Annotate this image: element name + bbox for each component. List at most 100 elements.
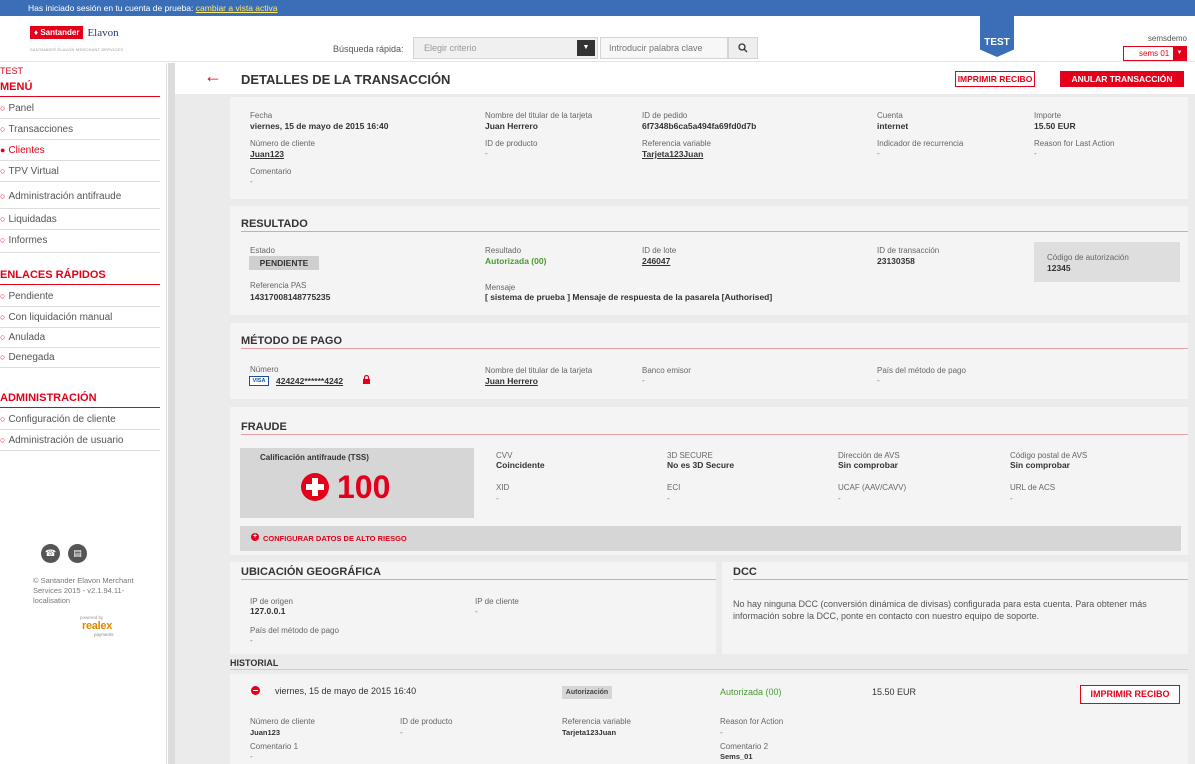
history-product-value: -	[400, 728, 403, 737]
collapse-icon[interactable]	[251, 686, 260, 695]
3dsecure-value: No es 3D Secure	[667, 460, 735, 470]
admin-item-user-admin[interactable]: ○ Administración de usuario	[0, 431, 160, 451]
product-id-label: ID de producto	[485, 139, 538, 148]
configure-high-risk-link[interactable]: CONFIGURAR DATOS DE ALTO RIESGO	[263, 534, 407, 543]
sidebar-item-settled[interactable]: ○ Liquidadas	[0, 210, 160, 230]
history-amount: 15.50 EUR	[872, 687, 917, 697]
chevron-down-icon[interactable]: ▼	[577, 40, 595, 56]
circle-bullet-icon: ○	[0, 352, 6, 362]
eci-label: ECI	[667, 483, 681, 492]
chat-icon[interactable]: ▤	[68, 544, 87, 563]
client-number-label: Número de cliente	[250, 139, 315, 148]
admin-title: ADMINISTRACIÓN	[0, 392, 160, 408]
plus-icon: +	[251, 533, 259, 541]
switch-live-link[interactable]: cambiar a vista activa	[196, 3, 278, 13]
back-arrow-icon[interactable]: ←	[204, 66, 222, 87]
account-select[interactable]: sems 01 ▼	[1123, 46, 1187, 61]
circle-bullet-icon: ○	[0, 235, 6, 245]
amount-value: 15.50 EUR	[1034, 121, 1076, 131]
quick-link-manual-settlement[interactable]: ○ Con liquidación manual	[0, 308, 160, 328]
pas-ref-label: Referencia PAS	[250, 281, 307, 290]
client-number-link[interactable]: Juan123	[250, 149, 284, 159]
issuer-bank-value: -	[642, 376, 645, 385]
pm-country-label: País del método de pago	[877, 366, 966, 375]
santander-logo: ♦ Santander	[30, 26, 84, 39]
criteria-select[interactable]: Elegir criterio ▼	[413, 37, 598, 59]
circle-bullet-icon: ○	[0, 214, 6, 224]
3dsecure-label: 3D SECURE	[667, 451, 713, 460]
geo-title: UBICACIÓN GEOGRÁFICA	[241, 566, 381, 578]
scrollbar[interactable]	[168, 63, 175, 764]
sidebar-item-virtual-terminal[interactable]: ○ TPV Virtual	[0, 162, 160, 182]
elavon-logo: Elavon	[87, 26, 119, 39]
trial-text: Has iniciado sesión en tu cuenta de prue…	[28, 3, 194, 13]
reason-label: Reason for Last Action	[1034, 139, 1115, 148]
pm-cardholder-label: Nombre del titular de la tarjeta	[485, 366, 593, 375]
history-date: viernes, 15 de mayo de 2015 16:40	[275, 686, 417, 696]
sidebar-item-fraud-admin[interactable]: ○ Administración antifraude	[0, 187, 160, 209]
auth-code-value: 12345	[1047, 263, 1071, 273]
account-label: Cuenta	[877, 111, 903, 120]
logo[interactable]: ♦ Santander Elavon	[30, 26, 119, 39]
auth-code-label: Código de autorización	[1047, 253, 1129, 262]
history-comment1-value: -	[250, 752, 253, 761]
quick-link-voided[interactable]: ○ Anulada	[0, 328, 160, 348]
ucaf-value: -	[838, 494, 841, 503]
reason-value: -	[1034, 149, 1037, 158]
history-product-label: ID de producto	[400, 717, 453, 726]
keyword-input[interactable]	[600, 37, 728, 59]
message-value: [ sistema de prueba ] Mensaje de respues…	[485, 292, 773, 302]
origin-ip-label: IP de origen	[250, 597, 293, 606]
history-reason-value: -	[720, 728, 723, 737]
avs-postal-label: Código postal de AVS	[1010, 451, 1088, 460]
recurrence-label: Indicador de recurrencia	[877, 139, 964, 148]
pas-ref-value: 14317008148775235	[250, 292, 331, 302]
history-print-button[interactable]: IMPRIMIR RECIBO	[1080, 685, 1180, 704]
sidebar-item-reports[interactable]: ○ Informes	[0, 231, 160, 253]
filled-bullet-icon: ●	[0, 145, 6, 155]
avs-postal-value: Sin comprobar	[1010, 460, 1070, 470]
variable-ref-link[interactable]: Tarjeta123Juan	[642, 149, 703, 159]
quick-link-pending[interactable]: ○ Pendiente	[0, 287, 160, 307]
trial-banner: Has iniciado sesión en tu cuenta de prue…	[0, 0, 1195, 16]
quick-link-declined[interactable]: ○ Denegada	[0, 348, 160, 368]
test-badge: TEST	[980, 15, 1014, 57]
comment-value: -	[250, 177, 253, 186]
circle-bullet-icon: ○	[0, 312, 6, 322]
auth-code-box	[1034, 242, 1180, 282]
issuer-bank-label: Banco emisor	[642, 366, 691, 375]
search-button[interactable]	[728, 37, 758, 59]
transaction-id-label: ID de transacción	[877, 246, 940, 255]
admin-item-client-config[interactable]: ○ Configuración de cliente	[0, 410, 160, 430]
phone-icon[interactable]: ☎	[41, 544, 60, 563]
sidebar-item-clients[interactable]: ● Clientes	[0, 141, 160, 161]
print-receipt-button[interactable]: IMPRIMIR RECIBO	[955, 71, 1035, 87]
batch-id-link[interactable]: 246047	[642, 256, 670, 266]
sidebar: TEST MENÚ ○ Panel ○ Transacciones ● Cliente…	[0, 63, 167, 764]
history-ref-value: Tarjeta123Juan	[562, 728, 617, 737]
circle-bullet-icon: ○	[0, 435, 6, 445]
card-number-link[interactable]: 424242******4242	[276, 376, 343, 386]
lock-icon	[363, 375, 370, 384]
plus-circle-icon	[301, 473, 329, 501]
circle-bullet-icon: ○	[0, 414, 6, 424]
circle-bullet-icon: ○	[0, 191, 6, 201]
origin-ip-value: 127.0.0.1	[250, 606, 286, 616]
history-comment1-label: Comentario 1	[250, 742, 299, 751]
amount-label: Importe	[1034, 111, 1062, 120]
account-value: internet	[877, 121, 909, 131]
pm-cardholder-link[interactable]: Juan Herrero	[485, 376, 538, 386]
geo-divider	[241, 579, 716, 580]
cvv-label: CVV	[496, 451, 513, 460]
acs-url-value: -	[1010, 494, 1013, 503]
comment-label: Comentario	[250, 167, 292, 176]
support-icons: ☎ ▤	[41, 544, 87, 563]
result-value: Autorizada (00)	[485, 256, 547, 266]
sidebar-item-transactions[interactable]: ○ Transacciones	[0, 120, 160, 140]
circle-bullet-icon: ○	[0, 332, 6, 342]
card-number-label: Número	[250, 365, 279, 374]
sidebar-item-panel[interactable]: ○ Panel	[0, 99, 160, 119]
void-transaction-button[interactable]: ANULAR TRANSACCIÓN	[1060, 71, 1184, 87]
realex-logo: realex	[82, 620, 113, 632]
eci-value: -	[667, 494, 670, 503]
